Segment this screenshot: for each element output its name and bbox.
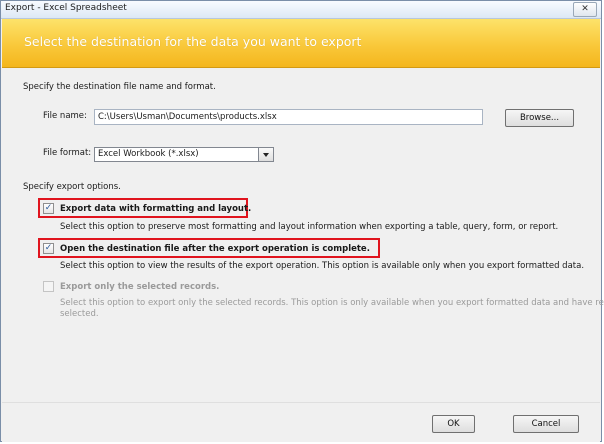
browse-button[interactable]: Browse... <box>505 109 574 127</box>
open-destination-checkbox[interactable]: ✓ <box>43 243 54 254</box>
window-controls: ✕ <box>541 1 597 17</box>
ok-button[interactable]: OK <box>432 415 475 433</box>
window-title: Export - Excel Spreadsheet <box>5 3 127 13</box>
selected-records-checkbox[interactable] <box>43 281 54 292</box>
dialog-content: Specify the destination file name and fo… <box>1 68 604 398</box>
close-icon[interactable]: ✕ <box>573 1 597 17</box>
open-destination-description: Select this option to view the results o… <box>60 261 585 271</box>
title-bar[interactable]: Export - Excel Spreadsheet ✕ <box>1 1 601 19</box>
banner-heading: Select the destination for the data you … <box>24 34 362 49</box>
chevron-down-icon[interactable] <box>258 148 273 161</box>
open-destination-label[interactable]: Open the destination file after the expo… <box>60 244 370 254</box>
header-banner: Select the destination for the data you … <box>2 19 600 68</box>
file-name-label: File name: <box>43 111 87 121</box>
selected-records-description-cont: selected. <box>60 309 99 319</box>
file-format-value: Excel Workbook (*.xlsx) <box>98 149 199 159</box>
export-formatting-checkbox[interactable]: ✓ <box>43 203 54 214</box>
export-dialog: Export - Excel Spreadsheet ✕ Select the … <box>0 0 604 442</box>
selected-records-label: Export only the selected records. <box>60 282 220 292</box>
file-format-select[interactable]: Excel Workbook (*.xlsx) <box>94 147 274 162</box>
options-heading: Specify export options. <box>23 182 121 192</box>
destination-intro: Specify the destination file name and fo… <box>23 82 216 92</box>
export-formatting-description: Select this option to preserve most form… <box>60 222 559 232</box>
selected-records-description: Select this option to export only the se… <box>60 298 604 308</box>
cancel-button[interactable]: Cancel <box>513 415 579 433</box>
dialog-footer: OK Cancel <box>2 402 600 442</box>
file-format-label: File format: <box>43 148 92 158</box>
file-name-input[interactable]: C:\Users\Usman\Documents\products.xlsx <box>94 109 483 125</box>
export-formatting-label[interactable]: Export data with formatting and layout. <box>60 204 251 214</box>
